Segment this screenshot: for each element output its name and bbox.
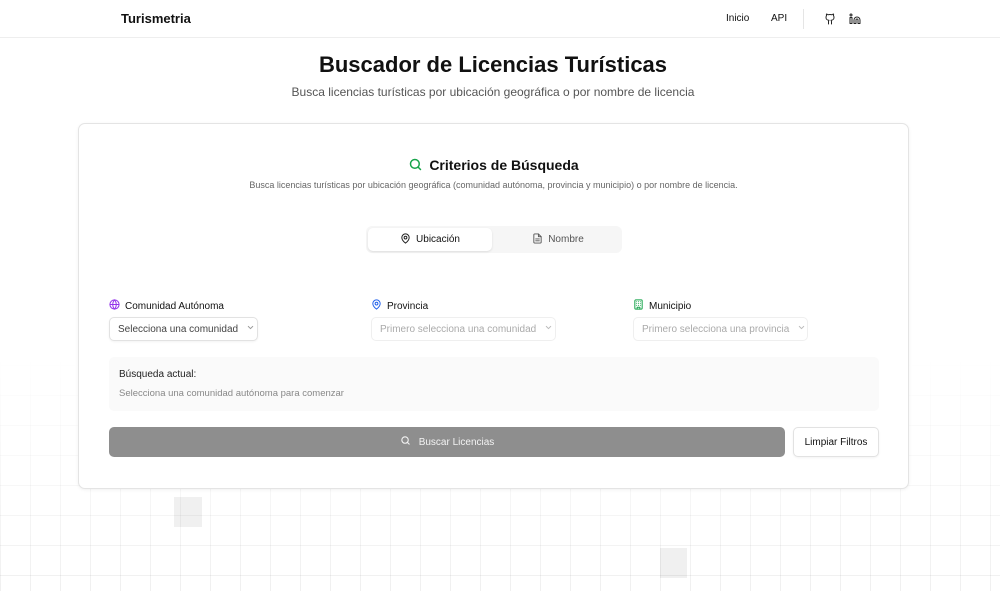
current-search-label: Búsqueda actual: bbox=[119, 369, 197, 380]
provincia-select-value: Primero selecciona una comunidad bbox=[380, 323, 537, 335]
card-description: Busca licencias turísticas por ubicación… bbox=[249, 180, 738, 190]
chevron-down-icon bbox=[246, 323, 255, 335]
search-button-label: Buscar Licencias bbox=[418, 436, 495, 448]
comunidad-select-value: Selecciona una comunidad bbox=[118, 323, 239, 335]
tab-nombre[interactable]: Nombre bbox=[496, 228, 620, 251]
background-square bbox=[174, 497, 202, 527]
municipio-select-value: Primero selecciona una provincia bbox=[642, 323, 790, 335]
page-title: Buscador de Licencias Turísticas bbox=[318, 52, 668, 77]
comunidad-select[interactable]: Selecciona una comunidad bbox=[109, 317, 258, 341]
chevron-down-icon bbox=[544, 323, 553, 335]
card-title: Criterios de Búsqueda bbox=[79, 157, 908, 175]
tab-label: Nombre bbox=[548, 234, 584, 245]
search-criteria-card: Criterios de Búsqueda Busca licencias tu… bbox=[78, 123, 909, 489]
background-square bbox=[660, 548, 687, 578]
comunidad-label-text: Comunidad Autónoma bbox=[125, 300, 224, 312]
tab-label: Ubicación bbox=[416, 234, 460, 245]
brand-logo[interactable]: Turismetria bbox=[121, 11, 191, 26]
map-pin-icon bbox=[400, 232, 411, 247]
comunidad-label: Comunidad Autónoma bbox=[109, 299, 224, 313]
municipio-select[interactable]: Primero selecciona una provincia bbox=[633, 317, 808, 341]
nav-divider bbox=[803, 9, 804, 29]
provincia-select[interactable]: Primero selecciona una comunidad bbox=[371, 317, 556, 341]
municipio-label-text: Municipio bbox=[649, 300, 692, 312]
nav-link-inicio[interactable]: Inicio bbox=[726, 13, 749, 24]
nav-link-api[interactable]: API bbox=[771, 13, 787, 24]
map-pin-icon bbox=[371, 299, 382, 313]
search-icon bbox=[400, 435, 411, 449]
linkedin-icon[interactable] bbox=[849, 12, 861, 24]
provincia-label: Provincia bbox=[371, 299, 428, 313]
navbar: Turismetria Inicio API bbox=[0, 0, 1000, 38]
chevron-down-icon bbox=[797, 323, 806, 335]
search-licenses-button[interactable]: Buscar Licencias bbox=[109, 427, 785, 457]
current-search-panel: Búsqueda actual: Selecciona una comunida… bbox=[109, 357, 879, 411]
municipio-label: Municipio bbox=[633, 299, 691, 313]
building-icon bbox=[633, 299, 644, 313]
clear-filters-button[interactable]: Limpiar Filtros bbox=[793, 427, 879, 457]
tab-ubicacion[interactable]: Ubicación bbox=[368, 228, 492, 251]
page-subtitle: Busca licencias turísticas por ubicación… bbox=[291, 85, 695, 99]
document-icon bbox=[532, 232, 543, 247]
card-title-text: Criterios de Búsqueda bbox=[429, 157, 579, 173]
search-icon bbox=[408, 157, 423, 175]
provincia-label-text: Provincia bbox=[387, 300, 429, 312]
current-search-text: Selecciona una comunidad autónoma para c… bbox=[119, 388, 344, 399]
search-mode-tabs: Ubicación Nombre bbox=[366, 226, 622, 253]
github-icon[interactable] bbox=[824, 12, 836, 25]
globe-icon bbox=[109, 299, 120, 313]
